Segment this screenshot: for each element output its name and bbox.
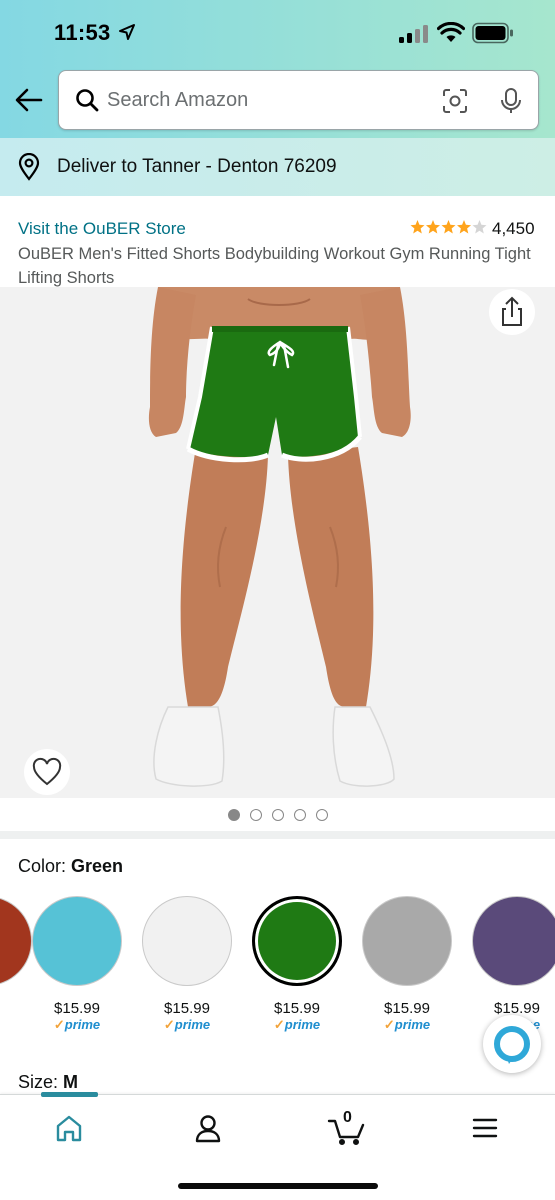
color-option-purple[interactable]: $15.99 ✓prime bbox=[472, 896, 555, 1032]
menu-icon bbox=[461, 1118, 509, 1149]
back-arrow-icon[interactable] bbox=[14, 86, 44, 114]
color-option-white[interactable]: $15.99 ✓prime bbox=[142, 896, 232, 1032]
selected-size: M bbox=[63, 1072, 79, 1092]
option-price: $15.99 bbox=[54, 1000, 100, 1017]
prime-text: prime bbox=[394, 1017, 431, 1032]
color-swatch bbox=[472, 896, 555, 986]
cart-icon bbox=[323, 1119, 371, 1149]
prime-badge: ✓prime bbox=[53, 1017, 101, 1032]
nav-home[interactable] bbox=[45, 1109, 93, 1145]
cart-count-badge: 0 bbox=[343, 1109, 352, 1126]
size-label-text: Size: bbox=[18, 1072, 59, 1092]
battery-icon bbox=[472, 22, 513, 44]
nav-account[interactable] bbox=[184, 1109, 232, 1145]
cellular-signal-icon bbox=[399, 25, 429, 43]
alexa-icon bbox=[483, 1026, 541, 1077]
section-divider bbox=[0, 831, 555, 839]
search-bar[interactable] bbox=[58, 70, 539, 130]
product-image-carousel[interactable] bbox=[0, 287, 555, 798]
microphone-icon[interactable] bbox=[499, 87, 523, 120]
carousel-dot[interactable] bbox=[249, 809, 262, 821]
option-price: $15.99 bbox=[384, 1000, 430, 1017]
carousel-page-indicator bbox=[0, 808, 555, 822]
prime-badge: ✓prime bbox=[273, 1017, 321, 1032]
status-time: 11:53 bbox=[54, 20, 111, 45]
star-rating[interactable] bbox=[410, 219, 488, 237]
color-label-text: Color: bbox=[18, 856, 67, 876]
store-link[interactable]: Visit the OuBER Store bbox=[18, 219, 186, 239]
carousel-dot[interactable] bbox=[271, 809, 284, 821]
color-option-light-blue[interactable]: $15.99 ✓prime bbox=[32, 896, 122, 1032]
alexa-button[interactable] bbox=[483, 1015, 541, 1073]
active-tab-indicator bbox=[41, 1092, 98, 1097]
selected-color: Green bbox=[71, 856, 124, 876]
carousel-dot[interactable] bbox=[315, 809, 328, 821]
share-button[interactable] bbox=[489, 289, 535, 335]
search-input[interactable] bbox=[107, 85, 427, 115]
location-pin-icon bbox=[18, 152, 40, 186]
color-swatch bbox=[0, 896, 32, 986]
color-label: Color: Green bbox=[18, 856, 123, 877]
product-image bbox=[148, 287, 411, 787]
prime-badge: ✓prime bbox=[163, 1017, 211, 1032]
share-icon bbox=[489, 296, 535, 339]
prime-text: prime bbox=[64, 1017, 101, 1032]
header: 11:53 Search Amazon Deliver to Tanner - … bbox=[0, 0, 555, 196]
camera-scan-icon[interactable] bbox=[441, 87, 469, 120]
size-label: Size: M bbox=[18, 1072, 78, 1093]
carousel-dot[interactable] bbox=[227, 809, 240, 821]
person-icon bbox=[184, 1115, 232, 1149]
product-page: 11:53 Search Amazon Deliver to Tanner - … bbox=[0, 0, 555, 1200]
delivery-address: Deliver to Tanner - Denton 76209 bbox=[57, 156, 337, 177]
color-swatch bbox=[362, 896, 452, 986]
prime-badge: ✓prime bbox=[383, 1017, 431, 1032]
prime-text: prime bbox=[284, 1017, 321, 1032]
option-price: $15.99 bbox=[164, 1000, 210, 1017]
color-swatch bbox=[252, 896, 342, 986]
color-swatch bbox=[142, 896, 232, 986]
heart-icon bbox=[24, 757, 70, 798]
nav-menu[interactable] bbox=[461, 1109, 509, 1145]
color-option-gray[interactable]: $15.99 ✓prime bbox=[362, 896, 452, 1032]
search-row bbox=[0, 66, 555, 134]
home-indicator[interactable] bbox=[178, 1183, 378, 1189]
product-title: OuBER Men's Fitted Shorts Bodybuilding W… bbox=[18, 245, 531, 287]
color-swatch bbox=[32, 896, 122, 986]
delivery-location-bar[interactable]: Deliver to Tanner - Denton 76209 bbox=[0, 138, 555, 196]
search-icon bbox=[75, 88, 99, 117]
rating-count[interactable]: 4,450 bbox=[492, 219, 535, 239]
wifi-icon bbox=[436, 21, 466, 49]
prime-text: prime bbox=[174, 1017, 211, 1032]
status-bar: 11:53 bbox=[0, 0, 555, 66]
option-price: $15.99 bbox=[274, 1000, 320, 1017]
carousel-dot[interactable] bbox=[293, 809, 306, 821]
home-icon bbox=[45, 1115, 93, 1149]
color-option-green[interactable]: $15.99 ✓prime bbox=[252, 896, 342, 1032]
location-arrow-icon bbox=[118, 23, 136, 46]
color-option-red[interactable] bbox=[0, 896, 32, 986]
add-to-list-button[interactable] bbox=[24, 749, 70, 795]
